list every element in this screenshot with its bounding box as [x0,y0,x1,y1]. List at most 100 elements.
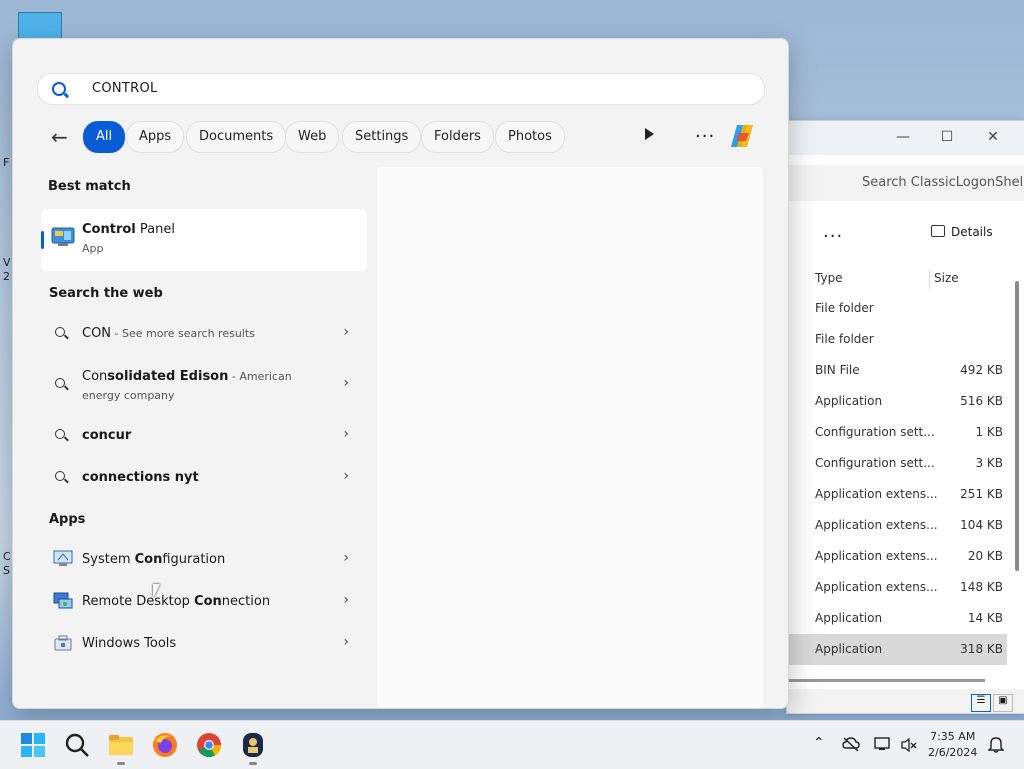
file-row[interactable]: Application extens... 20 KB [787,541,1007,572]
file-row[interactable]: File folder [787,293,1007,324]
running-indicator [249,762,257,765]
list-view-button[interactable]: ☰ [971,694,991,712]
clock-time: 7:35 AM [930,730,976,743]
result-preview-pane [377,167,763,708]
mouse-cursor [153,584,160,598]
desktop-label-fragment: C [3,550,11,563]
classic-logon-shell-icon[interactable] [239,731,267,759]
taskbar: ⌃ 7:35 AM 2/6/2024 [0,720,1024,769]
file-explorer-icon[interactable] [107,731,135,759]
file-list: File folder File folder BIN File 492 KB A… [787,293,1007,665]
desktop-label-fragment: V [3,256,11,269]
start-search-panel: CONTROL ← All Apps Documents Web Setting… [12,38,789,709]
system-configuration-icon [53,550,73,566]
best-match-name: Control Panel [82,222,175,237]
control-panel-icon [51,227,75,246]
filter-folders[interactable]: Folders [421,121,494,153]
explorer-search-placeholder: Search ClassicLogonShell [862,175,1024,190]
search-icon [55,471,65,481]
search-web-heading: Search the web [49,286,163,301]
desktop-label-fragment: S [3,564,10,577]
search-query[interactable]: CONTROL [92,81,158,96]
search-icon [52,82,66,96]
chevron-right-icon: › [343,550,349,566]
onedrive-offline-icon[interactable] [842,736,860,752]
search-icon [55,429,65,439]
details-pane-button[interactable]: Details [931,225,993,239]
app-result-windows-tools[interactable]: Windows Tools › [41,624,367,664]
file-row[interactable]: File folder [787,324,1007,355]
filter-settings[interactable]: Settings [342,121,422,153]
play-icon[interactable] [645,128,654,140]
firefox-icon[interactable] [151,731,179,759]
explorer-search-box[interactable]: Search ClassicLogonShell [787,165,1024,201]
system-clock[interactable]: 7:35 AM 2/6/2024 [928,729,977,761]
file-row[interactable]: Application extens... 104 KB [787,510,1007,541]
chevron-right-icon: › [343,375,349,391]
search-icon[interactable] [63,731,91,759]
explorer-toolbar: ... Details [787,217,1024,253]
details-label: Details [951,225,993,239]
web-result-item[interactable]: concur › [41,416,367,456]
notification-bell-icon[interactable] [988,735,1004,753]
search-input[interactable]: CONTROL [37,73,765,105]
best-match-heading: Best match [48,179,131,194]
remote-desktop-icon [53,592,73,609]
filter-apps[interactable]: Apps [126,121,185,153]
column-header-size[interactable]: Size [934,271,959,285]
search-icon [55,378,65,388]
file-list-header: Type Size [787,267,1007,291]
filter-web[interactable]: Web [285,121,340,153]
web-result-item[interactable]: Consolidated Edison - American energy co… [41,365,367,411]
running-indicator [117,762,125,765]
filter-documents[interactable]: Documents [186,121,287,153]
explorer-statusbar: ☰ ▣ [787,679,1024,713]
minimize-button[interactable]: — [889,127,917,147]
file-row[interactable]: Application extens... 148 KB [787,572,1007,603]
filter-photos[interactable]: Photos [495,121,565,153]
start-button-icon[interactable] [19,731,47,759]
file-explorer-window: — ☐ ✕ Search ClassicLogonShell ... Detai… [786,120,1024,714]
details-pane-icon [931,225,945,237]
filter-all[interactable]: All [83,121,126,153]
desktop-label-fragment: F [3,156,10,169]
file-row[interactable]: Application 14 KB [787,603,1007,634]
search-icon [55,327,65,337]
file-row[interactable]: Application extens... 251 KB [787,479,1007,510]
volume-muted-icon[interactable] [900,737,918,753]
back-arrow-icon[interactable]: ← [51,125,68,149]
selection-indicator [41,231,44,249]
copilot-icon[interactable] [727,123,757,149]
more-options-button[interactable]: ... [695,121,715,142]
best-match-control-panel[interactable]: Control Panel App [41,209,367,271]
close-button[interactable]: ✕ [979,127,1007,147]
column-header-type[interactable]: Type [815,271,843,285]
best-match-type: App [82,242,104,255]
chevron-right-icon: › [343,468,349,484]
app-result-remote-desktop-connection[interactable]: Remote Desktop Connection › [41,582,367,622]
maximize-button[interactable]: ☐ [933,127,961,147]
file-row[interactable]: Application 516 KB [787,386,1007,417]
chrome-icon[interactable] [195,731,223,759]
file-row[interactable]: Configuration sett... 1 KB [787,417,1007,448]
web-result-item[interactable]: connections nyt › [41,458,367,498]
vertical-scrollbar[interactable] [1015,281,1019,571]
desktop-label-fragment: 2 [3,270,10,283]
apps-heading: Apps [49,512,86,527]
app-result-system-configuration[interactable]: System Configuration › [41,540,367,580]
network-icon[interactable] [874,736,892,752]
more-options-button[interactable]: ... [823,221,843,242]
file-row-selected[interactable]: Application 318 KB [787,634,1007,665]
search-filter-bar: ← All Apps Documents Web Settings Folder… [13,119,788,155]
horizontal-scrollbar[interactable] [787,679,985,682]
explorer-titlebar: — ☐ ✕ [787,121,1024,155]
file-row[interactable]: BIN File 492 KB [787,355,1007,386]
web-result-item[interactable]: CON - See more search results › [41,314,367,354]
chevron-right-icon: › [343,634,349,650]
chevron-right-icon: › [343,324,349,340]
chevron-right-icon: › [343,426,349,442]
tiles-view-button[interactable]: ▣ [993,694,1013,712]
file-row[interactable]: Configuration sett... 3 KB [787,448,1007,479]
chevron-up-icon[interactable]: ⌃ [813,735,825,751]
clock-date: 2/6/2024 [928,746,978,759]
